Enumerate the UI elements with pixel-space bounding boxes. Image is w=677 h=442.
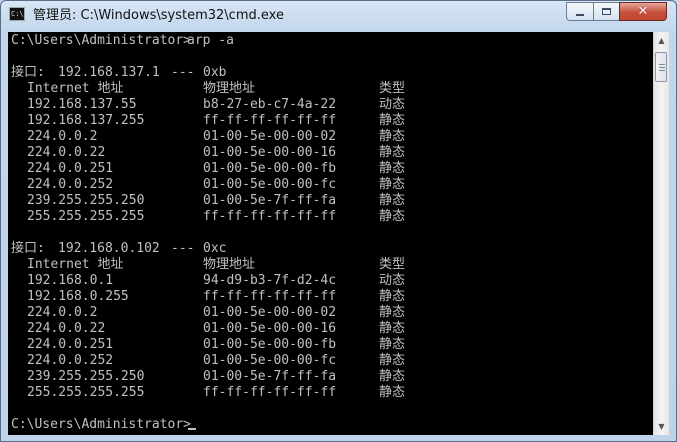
arp-entry-mac: 01-00-5e-00-00-16 [203,321,337,336]
column-type-header: 类型 [379,257,406,272]
column-address-header: Internet 地址 [27,257,124,272]
final-prompt-line: C:\Users\Administrator> [11,417,196,433]
arp-entry-type: 静态 [379,305,406,320]
vertical-scrollbar[interactable]: ▲ ▼ [653,32,669,435]
interface-index: 0xc [203,241,227,256]
arp-entry-mac: ff-ff-ff-ff-ff-ff [203,289,337,304]
arp-entry-mac: ff-ff-ff-ff-ff-ff [203,113,337,128]
arp-entry-mac: 01-00-5e-00-00-fb [203,337,337,352]
arp-entry-type: 静态 [379,209,406,224]
arp-entry-address: 224.0.0.22 [27,321,106,336]
arp-entry-address: 224.0.0.251 [27,161,114,176]
arp-entry-address: 192.168.0.255 [27,289,129,304]
arp-entry-type: 静态 [379,321,406,336]
arrow-down-icon: ▼ [658,421,665,431]
scroll-down-button[interactable]: ▼ [654,418,669,435]
arp-entry-type: 静态 [379,337,406,352]
command-line: C:\Users\Administrator> arp -a [11,33,234,49]
maximize-button[interactable] [593,2,619,21]
column-mac-header: 物理地址 [203,81,256,96]
cmd-window: C:\ 管理员: C:\Windows\system32\cmd.exe ✕ C… [0,0,677,442]
console-output[interactable]: C:\Users\Administrator> arp -a 接口: 192.1… [8,32,653,435]
interface-ip: 192.168.137.1 [58,65,160,80]
arp-entry-type: 静态 [379,177,406,192]
arp-entry-mac: 01-00-5e-00-00-fc [203,353,337,368]
title-bar[interactable]: C:\ 管理员: C:\Windows\system32\cmd.exe ✕ [1,1,676,31]
arp-entry-address: 224.0.0.2 [27,305,98,320]
arp-entry-type: 静态 [379,353,406,368]
prompt-text: C:\Users\Administrator> [11,33,192,48]
column-headers: Internet 地址 物理地址 类型 [11,81,405,97]
arp-entry-mac: ff-ff-ff-ff-ff-ff [203,385,337,400]
arp-entry-type: 动态 [379,273,406,288]
arp-entry-address: 255.255.255.255 [27,209,145,224]
arp-entry-address: 224.0.0.252 [27,353,114,368]
arp-entry-address: 192.168.0.1 [27,273,114,288]
column-headers: Internet 地址 物理地址 类型 [11,257,405,273]
arp-entry-mac: 01-00-5e-00-00-fc [203,177,337,192]
minimize-button[interactable] [566,2,593,21]
arp-entry-mac: 01-00-5e-7f-ff-fa [203,369,337,384]
arp-entry-address: 239.255.255.250 [27,193,145,208]
minimize-icon [576,14,584,16]
arp-entry-address: 239.255.255.250 [27,369,145,384]
arp-entry-type: 动态 [379,97,406,112]
close-button[interactable]: ✕ [619,2,667,21]
arp-entry-mac: 01-00-5e-00-00-fb [203,161,337,176]
column-mac-header: 物理地址 [203,257,256,272]
interface-separator: --- [171,65,195,80]
arp-entry-type: 静态 [379,193,406,208]
arp-entry-mac: 01-00-5e-00-00-02 [203,129,337,144]
arrow-up-icon: ▲ [658,35,665,45]
interface-separator: --- [171,241,195,256]
interface-label: 接口: [11,65,45,80]
scroll-thumb[interactable] [655,52,667,82]
grip-line [659,64,665,65]
interface-header: 接口: 192.168.137.1 --- 0xb [11,65,226,81]
arp-entry-address: 224.0.0.252 [27,177,114,192]
arp-entry-address: 224.0.0.251 [27,337,114,352]
prompt-text: C:\Users\Administrator> [11,417,192,432]
arp-entry-mac: 94-d9-b3-7f-d2-4c [203,273,337,288]
interface-ip: 192.168.0.102 [58,241,160,256]
arp-entry-address: 224.0.0.22 [27,145,106,160]
close-icon: ✕ [637,4,649,19]
arp-entry-mac: b8-27-eb-c7-4a-22 [203,97,337,112]
window-title: 管理员: C:\Windows\system32\cmd.exe [33,8,284,23]
interface-index: 0xb [203,65,227,80]
arp-entry-address: 192.168.137.255 [27,113,145,128]
column-type-header: 类型 [379,81,406,96]
column-address-header: Internet 地址 [27,81,124,96]
arp-entry-type: 静态 [379,145,406,160]
arp-entry-type: 静态 [379,129,406,144]
arp-entry-mac: 01-00-5e-00-00-02 [203,305,337,320]
command-text: arp -a [187,33,234,48]
scroll-up-button[interactable]: ▲ [654,32,669,49]
grip-line [659,70,665,71]
arp-entry-address: 255.255.255.255 [27,385,145,400]
arp-entry-type: 静态 [379,289,406,304]
arp-entry-type: 静态 [379,369,406,384]
arp-entry-mac: ff-ff-ff-ff-ff-ff [203,209,337,224]
maximize-icon [602,8,611,15]
arp-entry-address: 192.168.137.55 [27,97,137,112]
arp-entry-address: 224.0.0.2 [27,129,98,144]
arp-entry-type: 静态 [379,113,406,128]
arp-entry-type: 静态 [379,161,406,176]
arp-entry-mac: 01-00-5e-7f-ff-fa [203,193,337,208]
grip-line [659,67,665,68]
arp-entry-type: 静态 [379,385,406,400]
interface-label: 接口: [11,241,45,256]
cmd-app-icon[interactable]: C:\ [9,7,25,21]
text-cursor [187,417,196,433]
interface-header: 接口: 192.168.0.102 --- 0xc [11,241,226,257]
arp-entry-mac: 01-00-5e-00-00-16 [203,145,337,160]
